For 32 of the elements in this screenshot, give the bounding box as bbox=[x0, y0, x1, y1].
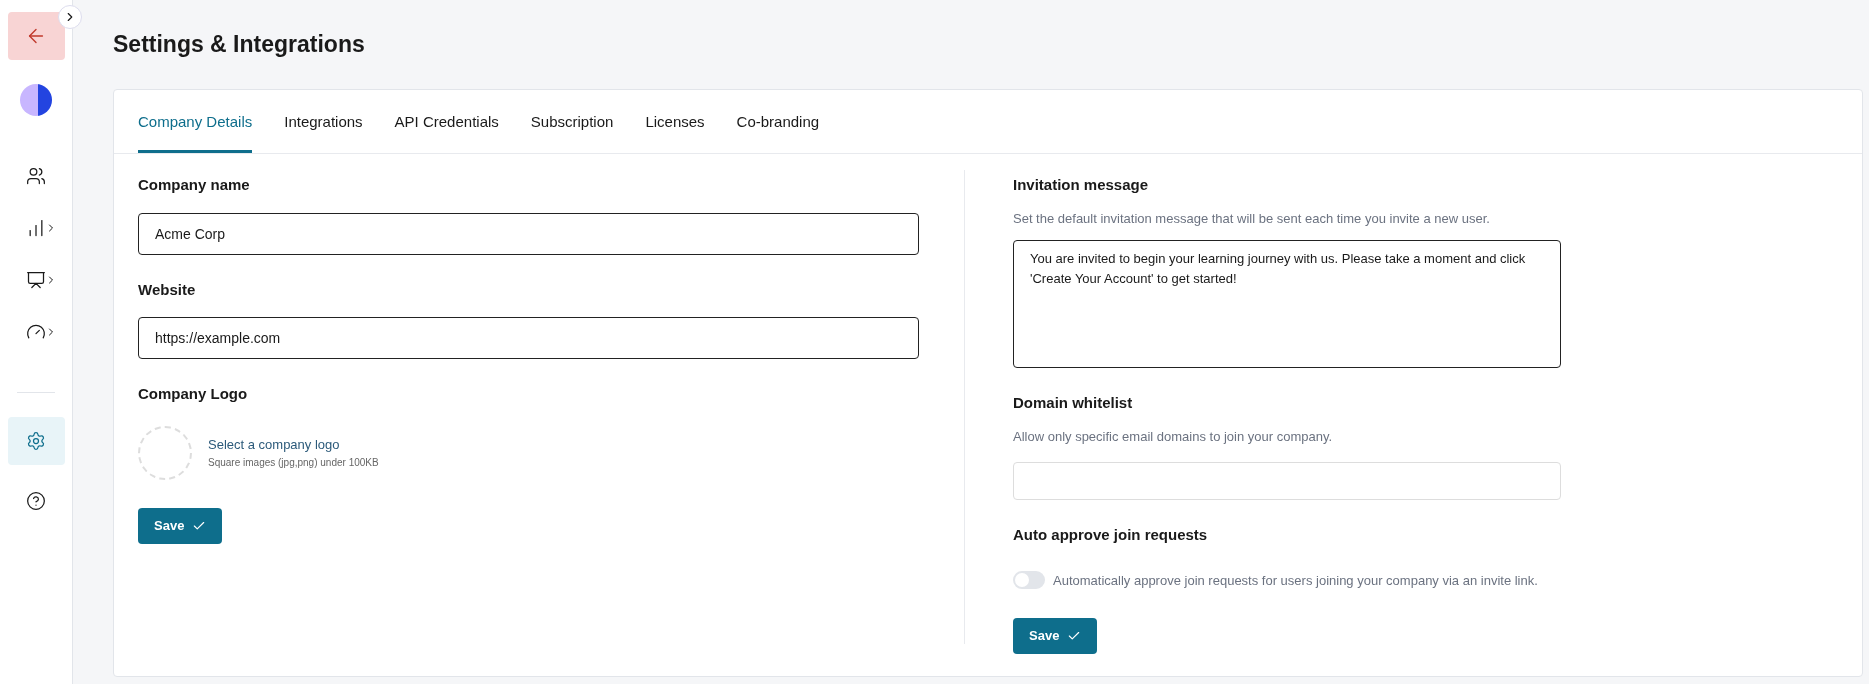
check-icon bbox=[1067, 629, 1082, 643]
field-description: Allow only specific email domains to join your company. bbox=[1013, 427, 1333, 446]
tab[interactable]: Co-branding bbox=[736, 110, 820, 153]
page-title: Settings & Integrations bbox=[113, 30, 365, 60]
field-label: Domain whitelist bbox=[1013, 393, 1133, 413]
tab[interactable]: Subscription bbox=[530, 110, 614, 153]
help-icon bbox=[26, 491, 46, 511]
website-input[interactable]: https://example.com bbox=[138, 317, 919, 359]
board-icon bbox=[26, 270, 46, 290]
field-label: Company name bbox=[138, 175, 250, 195]
company-name-input[interactable]: Acme Corp bbox=[138, 212, 919, 255]
field-label: Company Logo bbox=[138, 384, 248, 404]
field-description: Set the default invitation message that will be sent each time you invite a new user. bbox=[1013, 209, 1490, 228]
tab[interactable]: Licenses bbox=[645, 110, 705, 153]
people-icon bbox=[26, 166, 46, 186]
save-button[interactable]: Save bbox=[138, 507, 223, 544]
domain-whitelist-input[interactable] bbox=[1013, 462, 1561, 500]
field-label: Invitation message bbox=[1013, 175, 1149, 195]
logo-hint: Square images (jpg,png) under 100KB bbox=[208, 455, 379, 470]
settings-icon bbox=[26, 431, 46, 451]
save-button[interactable]: Save bbox=[1013, 618, 1098, 654]
collapse-toggle[interactable] bbox=[58, 5, 82, 29]
invitation-message-input[interactable]: You are invited to begin your learning journey with us. Please take a moment and click 'Create Your Account' to get started! bbox=[1013, 240, 1561, 368]
select-logo-link[interactable]: Select a company logo bbox=[208, 435, 340, 455]
toggle-switch[interactable] bbox=[1013, 571, 1045, 590]
tab[interactable]: API Credentials bbox=[394, 110, 499, 153]
field-label: Website bbox=[138, 279, 196, 300]
tab[interactable]: Integrations bbox=[284, 110, 363, 153]
field-label: Auto approve join requests bbox=[1013, 525, 1208, 545]
app-logo bbox=[20, 84, 52, 116]
toggle-label: Automatically approve join requests for users joining your company via an invite link. bbox=[1053, 571, 1538, 590]
tab[interactable]: Company Details bbox=[138, 110, 253, 153]
